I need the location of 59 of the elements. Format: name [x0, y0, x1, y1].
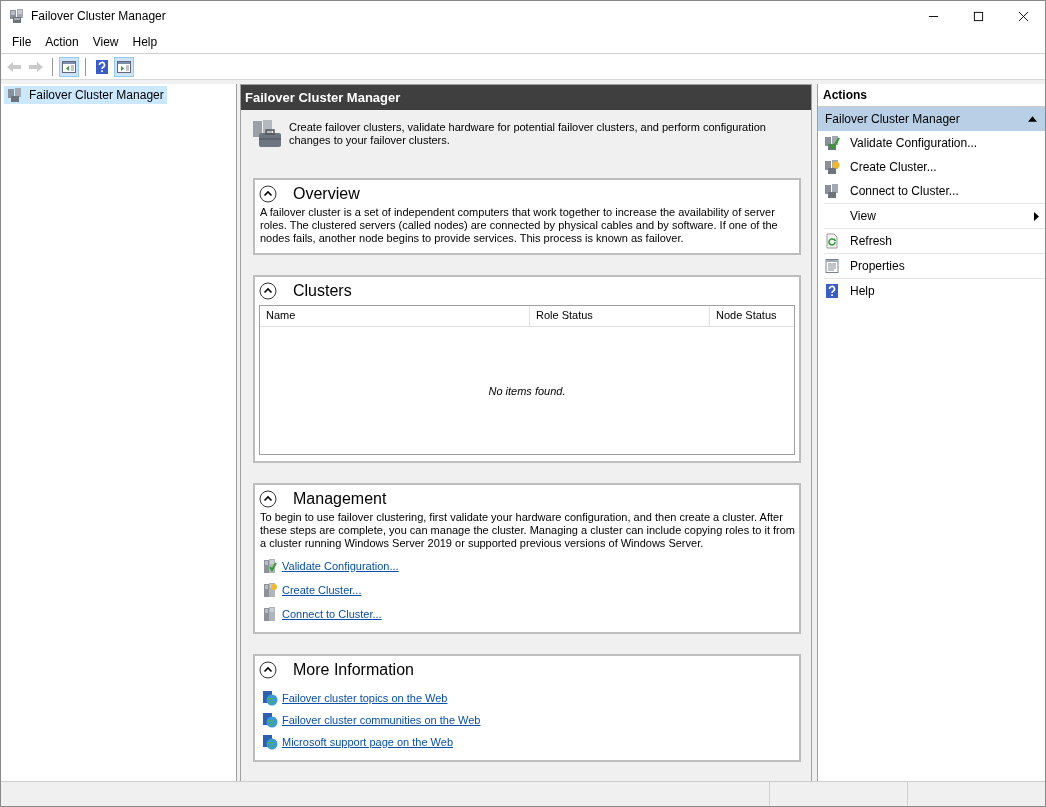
- column-header[interactable]: Node Status: [710, 306, 794, 326]
- help-icon: [824, 283, 840, 299]
- section-text: To begin to use failover clustering, first validate your hardware configuration, and then create a cluster. After these steps are complete, you can manage the cluster. Managing a cluster can include copying roles to it from a cluster running Windows Server 2019 or supported previous versions of Windows Server.: [259, 511, 795, 551]
- server-icon: [262, 606, 278, 622]
- maximize-icon[interactable]: [973, 10, 984, 22]
- window-title: Failover Cluster Manager: [31, 9, 166, 23]
- actions-pane-link[interactable]: Help: [850, 284, 875, 298]
- actions-pane-link[interactable]: Refresh: [850, 234, 893, 248]
- pane-header: Failover Cluster Manager: [241, 85, 811, 110]
- collapse-toggle-icon[interactable]: [259, 490, 277, 508]
- menu-item[interactable]: View: [85, 33, 126, 51]
- server-cluster-icon: [9, 8, 25, 24]
- close-icon[interactable]: [1018, 10, 1029, 22]
- console-tree-button[interactable]: [59, 56, 79, 77]
- globe-page-icon: [262, 712, 278, 728]
- tree-item[interactable]: Failover Cluster Manager: [4, 86, 167, 104]
- submenu-arrow-icon: [1034, 211, 1039, 221]
- server-cluster-icon: [824, 183, 840, 199]
- collapse-toggle-icon[interactable]: [259, 185, 277, 203]
- server-star-icon: [824, 159, 840, 175]
- actions-pane-link[interactable]: Properties: [850, 259, 905, 273]
- server-check-icon: [262, 558, 278, 574]
- menu-item[interactable]: File: [5, 33, 39, 51]
- server-toolbox-icon: [251, 118, 283, 150]
- link[interactable]: Connect to Cluster...: [282, 608, 382, 620]
- action-group-header[interactable]: Failover Cluster Manager: [818, 107, 1045, 131]
- actions-pane-link[interactable]: View: [850, 209, 876, 223]
- server-cluster-icon: [7, 87, 23, 103]
- menu-item[interactable]: Help: [125, 33, 165, 51]
- actions-pane-link[interactable]: Validate Configuration...: [850, 136, 978, 150]
- link[interactable]: Failover cluster topics on the Web: [282, 692, 448, 704]
- pane-layout-icon: [116, 58, 132, 75]
- link[interactable]: Failover cluster communities on the Web: [282, 714, 481, 726]
- link[interactable]: Create Cluster...: [282, 584, 362, 596]
- column-header[interactable]: Name: [260, 306, 530, 326]
- pane-layout-icon: [61, 58, 77, 75]
- actions-pane-link[interactable]: Create Cluster...: [850, 160, 937, 174]
- action-pane-button[interactable]: [114, 56, 134, 77]
- section-title: Overview: [293, 185, 360, 203]
- collapse-arrow-icon[interactable]: [1028, 116, 1037, 122]
- empty-message: No items found.: [488, 384, 566, 397]
- section-title: Clusters: [293, 282, 352, 300]
- link[interactable]: Microsoft support page on the Web: [282, 736, 453, 748]
- refresh-icon: [824, 233, 840, 249]
- section-title: Management: [293, 490, 387, 508]
- menu-item[interactable]: Action: [38, 33, 86, 51]
- globe-page-icon: [262, 734, 278, 750]
- section-title: More Information: [293, 661, 414, 679]
- column-header[interactable]: Role Status: [530, 306, 710, 326]
- section-text: A failover cluster is a set of independent computers that work together to increase the availability of server roles. The clustered servers (called nodes) are connected by physical cables and by software. If one of the nodes fails, another node begins to provide services. This process is known as failover.: [259, 206, 779, 246]
- globe-page-icon: [262, 690, 278, 706]
- actions-pane-link[interactable]: Connect to Cluster...: [850, 184, 959, 198]
- collapse-toggle-icon[interactable]: [259, 282, 277, 300]
- help-icon: [94, 58, 110, 75]
- collapse-toggle-icon[interactable]: [259, 661, 277, 679]
- server-star-icon: [262, 582, 278, 598]
- server-check-icon: [824, 135, 840, 151]
- intro-text: Create failover clusters, validate hardware for potential failover clusters, and perform configuration changes to your failover clusters.: [289, 120, 767, 147]
- link[interactable]: Validate Configuration...: [282, 560, 399, 572]
